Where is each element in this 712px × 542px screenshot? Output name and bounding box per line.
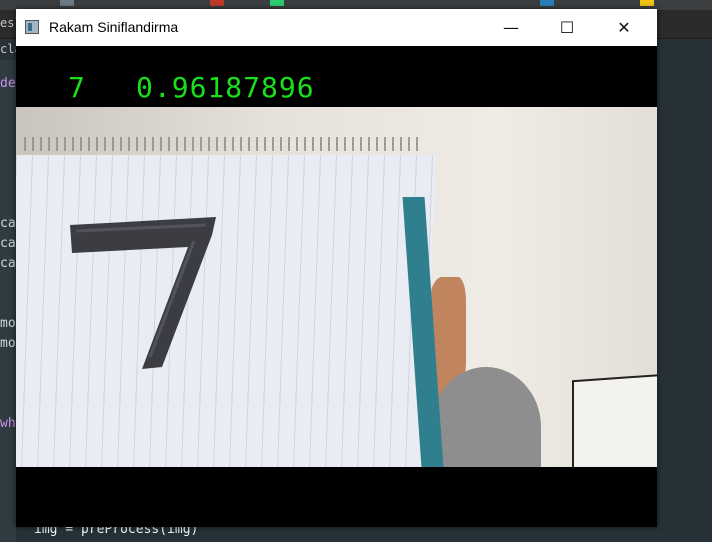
code-fragment: mo — [0, 316, 16, 331]
close-button[interactable]: ✕ — [601, 9, 647, 46]
code-fragment: ca — [0, 256, 16, 271]
code-fragment: ca — [0, 236, 16, 251]
toolbar-icon[interactable] — [270, 0, 284, 6]
toolbar-icon[interactable] — [540, 0, 554, 6]
notebook-spiral — [24, 137, 422, 151]
maximize-button[interactable]: ☐ — [544, 9, 590, 46]
window-titlebar[interactable]: Rakam Siniflandirma — ☐ ✕ — [16, 9, 657, 46]
app-icon — [25, 20, 39, 34]
prediction-confidence: 0.96187896 — [136, 71, 315, 104]
predicted-digit: 7 — [68, 71, 86, 104]
ide-editor-right — [657, 60, 712, 542]
ide-gutter — [0, 60, 16, 542]
toolbar-icon[interactable] — [210, 0, 224, 6]
handwritten-seven — [70, 217, 216, 369]
toolbar-icon[interactable] — [60, 0, 74, 6]
window-title: Rakam Siniflandirma — [49, 19, 179, 35]
code-fragment: de — [0, 76, 16, 91]
code-fragment: mo — [0, 336, 16, 351]
whiteboard — [572, 373, 657, 467]
window-bottom-area — [16, 467, 657, 527]
minimize-button[interactable]: — — [488, 9, 534, 46]
toolbar-icon[interactable] — [640, 0, 654, 6]
code-fragment: ca — [0, 216, 16, 231]
classifier-window: Rakam Siniflandirma — ☐ ✕ 7 0.96187896 — [16, 9, 657, 527]
code-fragment: wh — [0, 416, 16, 431]
camera-frame — [16, 107, 657, 467]
